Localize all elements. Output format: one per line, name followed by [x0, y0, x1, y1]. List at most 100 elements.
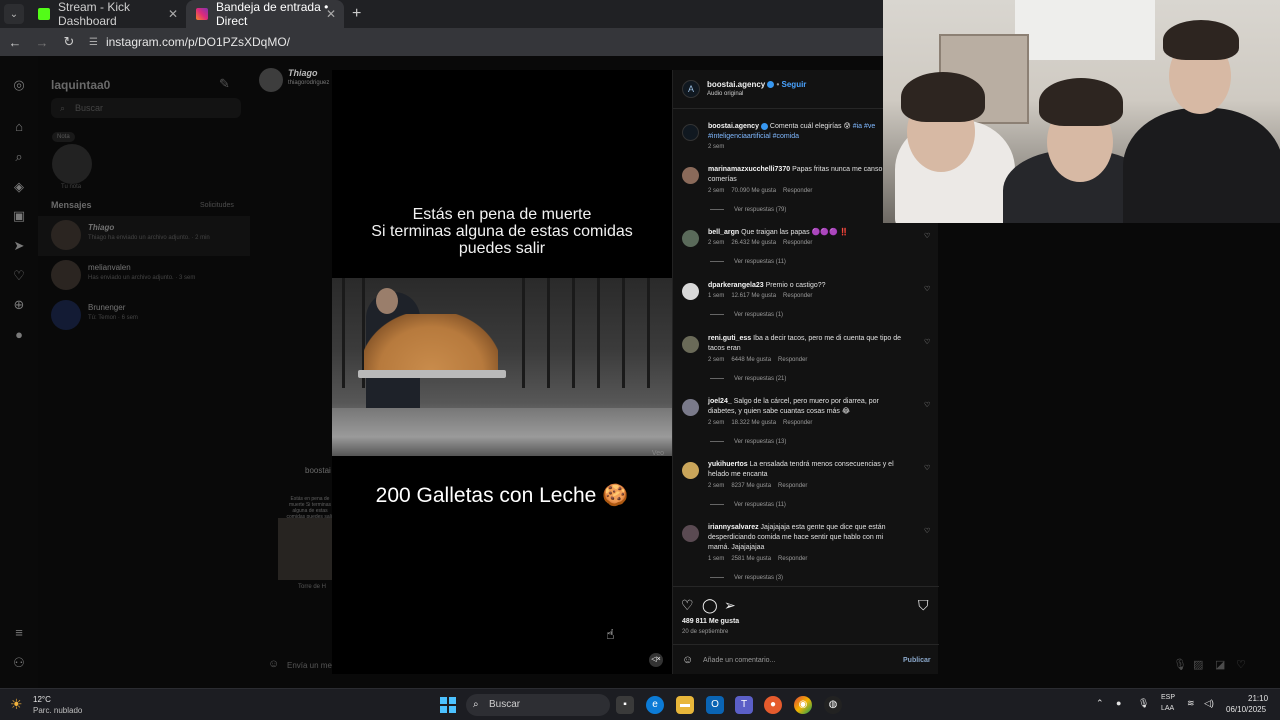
firefox-icon[interactable]: ●: [764, 696, 782, 714]
language-code[interactable]: ESP: [1161, 694, 1175, 701]
like-heart-icon[interactable]: ♡: [924, 232, 930, 240]
caption-tags-2[interactable]: #inteligenciaartificial #comida: [708, 133, 799, 140]
heart-icon[interactable]: ♡: [1236, 658, 1246, 671]
reels-icon[interactable]: ▣: [10, 207, 28, 225]
comment-user[interactable]: bell_argn: [708, 229, 739, 236]
comment-likes[interactable]: 18.322 Me gusta: [731, 420, 776, 426]
reply-button[interactable]: Responder: [783, 240, 812, 246]
caption-tags[interactable]: #ia #ve: [853, 123, 876, 130]
file-explorer-icon[interactable]: ▬: [676, 696, 694, 714]
like-heart-icon[interactable]: ♡: [924, 285, 930, 293]
taskbar-search[interactable]: ⌕ Buscar: [466, 694, 610, 716]
comment-user[interactable]: yukihuertos: [708, 461, 748, 468]
avatar[interactable]: [682, 462, 699, 479]
explore-icon[interactable]: ◈: [10, 178, 28, 196]
like-heart-icon[interactable]: ♡: [681, 597, 694, 614]
windows-start-icon[interactable]: [440, 697, 456, 713]
comment-likes[interactable]: 26.432 Me gusta: [731, 240, 776, 246]
compose-icon[interactable]: ✎: [219, 76, 230, 92]
follow-button[interactable]: Seguir: [782, 80, 807, 89]
audio-label[interactable]: Audio original: [707, 91, 743, 97]
avatar[interactable]: [682, 336, 699, 353]
avatar[interactable]: [259, 68, 283, 92]
like-heart-icon[interactable]: ♡: [924, 464, 930, 472]
chrome-icon[interactable]: ◉: [794, 696, 812, 714]
note-avatar[interactable]: [52, 144, 92, 184]
reply-button[interactable]: Responder: [783, 420, 812, 426]
tray-app-icon[interactable]: ●: [1116, 698, 1121, 708]
view-replies-button[interactable]: Ver respuestas (11): [710, 259, 786, 265]
sticker-icon[interactable]: ◪: [1215, 658, 1225, 671]
obs-icon[interactable]: ◍: [824, 696, 842, 714]
inbox-username[interactable]: laquintaa0: [51, 78, 110, 92]
comment-likes[interactable]: 70.090 Me gusta: [731, 188, 776, 194]
microphone-icon[interactable]: 🎙: [1173, 658, 1187, 671]
tab-kick-dashboard[interactable]: Stream - Kick Dashboard ✕: [28, 0, 186, 28]
avatar[interactable]: [682, 230, 699, 247]
mute-icon[interactable]: ◁×: [649, 653, 663, 667]
outlook-icon[interactable]: O: [706, 696, 724, 714]
view-replies-button[interactable]: Ver respuestas (79): [710, 207, 786, 213]
url-field[interactable]: ☰ instagram.com/p/DO1PZsXDqMO/: [89, 31, 290, 53]
wifi-icon[interactable]: ≋: [1187, 698, 1195, 709]
comment-user[interactable]: dparkerangela23: [708, 282, 764, 289]
reply-button[interactable]: Responder: [778, 483, 807, 489]
note-bubble[interactable]: Nota: [52, 132, 75, 142]
avatar[interactable]: A: [682, 80, 700, 98]
reply-button[interactable]: Responder: [783, 188, 812, 194]
home-icon[interactable]: ⌂: [10, 118, 28, 136]
view-replies-button[interactable]: Ver respuestas (21): [710, 376, 786, 382]
conversation-item[interactable]: Thiago Thiago ha enviado un archivo adju…: [38, 216, 250, 256]
reply-button[interactable]: Responder: [778, 357, 807, 363]
microphone-icon[interactable]: 🎙: [1138, 698, 1149, 709]
new-tab-button[interactable]: +: [352, 5, 361, 23]
bookmark-icon[interactable]: ⛉: [918, 597, 929, 614]
tab-instagram-direct[interactable]: Bandeja de entrada • Direct ✕: [186, 0, 344, 28]
weather-widget[interactable]: ☀ 12°C Parc. nublado: [10, 693, 100, 717]
back-icon[interactable]: ←: [3, 35, 27, 50]
view-replies-button[interactable]: Ver respuestas (11): [710, 502, 786, 508]
profile-icon[interactable]: ●: [10, 326, 28, 344]
chevron-up-icon[interactable]: ⌃: [1096, 698, 1104, 709]
reload-icon[interactable]: ↻: [57, 34, 81, 50]
comment-user[interactable]: reni.guti_ess: [708, 335, 751, 342]
clock-time[interactable]: 21:10: [1248, 694, 1268, 703]
likes-count[interactable]: 489 811 Me gusta: [682, 618, 739, 625]
comment-user[interactable]: marinamazxucchelli7370: [708, 166, 790, 173]
avatar[interactable]: [682, 283, 699, 300]
view-replies-button[interactable]: Ver respuestas (13): [710, 439, 786, 445]
comment-icon[interactable]: ◯: [702, 597, 718, 614]
site-info-icon[interactable]: ☰: [89, 37, 98, 48]
create-icon[interactable]: ⊕: [10, 296, 28, 314]
avatar[interactable]: [682, 124, 699, 141]
publish-button[interactable]: Publicar: [903, 657, 931, 664]
close-icon[interactable]: ✕: [326, 7, 336, 21]
comment-user[interactable]: iriannysalvarez: [708, 524, 759, 531]
avatar[interactable]: [682, 167, 699, 184]
emoji-icon[interactable]: ☺: [682, 654, 693, 666]
reply-button[interactable]: Responder: [783, 293, 812, 299]
inbox-search-input[interactable]: ⌕ Buscar: [51, 98, 241, 118]
conversation-item[interactable]: Brunenger Tú: Temon · 6 sem: [38, 296, 250, 336]
comment-likes[interactable]: 8237 Me gusta: [731, 483, 771, 489]
emoji-icon[interactable]: ☺: [268, 658, 279, 670]
chat-header-name[interactable]: Thiago: [288, 68, 318, 78]
forward-icon[interactable]: →: [30, 35, 54, 50]
search-icon[interactable]: ⌕: [10, 148, 28, 166]
teams-icon[interactable]: T: [735, 696, 753, 714]
share-icon[interactable]: ➢: [724, 597, 736, 614]
shared-post-card[interactable]: boostai Estás en pena de muerte Si termi…: [278, 458, 334, 598]
requests-link[interactable]: Solicitudes: [200, 202, 234, 209]
reply-button[interactable]: Responder: [778, 556, 807, 562]
post-author[interactable]: boostai.agency: [707, 80, 765, 89]
tab-search-menu[interactable]: ⌄: [4, 4, 24, 24]
comment-likes[interactable]: 12.617 Me gusta: [731, 293, 776, 299]
like-heart-icon[interactable]: ♡: [924, 527, 930, 535]
image-icon[interactable]: ▨: [1193, 658, 1203, 671]
avatar[interactable]: [682, 399, 699, 416]
view-replies-button[interactable]: Ver respuestas (3): [710, 575, 783, 581]
close-icon[interactable]: ✕: [168, 7, 178, 21]
like-heart-icon[interactable]: ♡: [924, 401, 930, 409]
add-comment-input[interactable]: Añade un comentario...: [703, 657, 775, 664]
menu-icon[interactable]: ≡: [10, 624, 28, 642]
